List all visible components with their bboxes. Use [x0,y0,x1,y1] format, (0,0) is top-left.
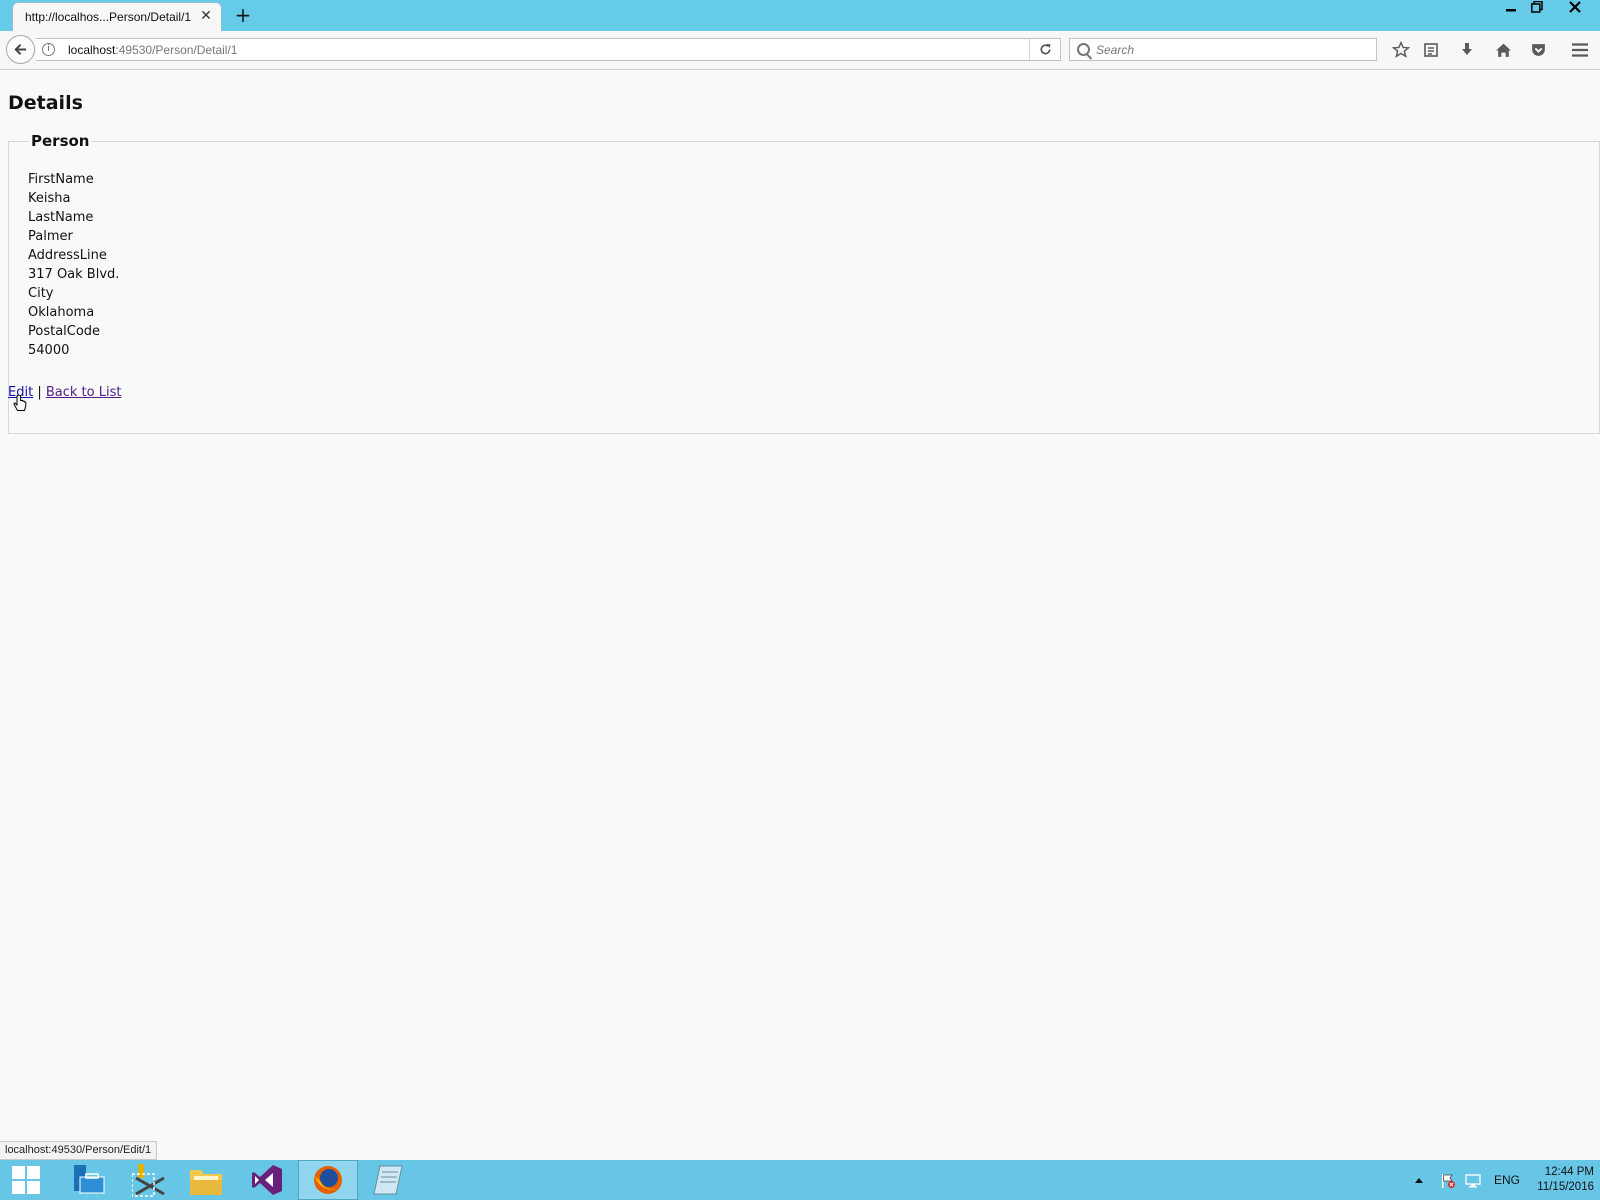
search-placeholder: Search [1096,43,1135,57]
download-icon[interactable] [1456,39,1478,61]
link-separator: | [37,385,42,400]
fieldset-legend: Person [31,132,90,150]
field-value-postalcode: 54000 [28,343,70,358]
person-field-list: FirstName Keisha LastName Palmer Address… [28,170,119,360]
person-fieldset: Person FirstName Keisha LastName Palmer … [8,132,1600,434]
browser-title-bar: http://localhos...Person/Detail/1 ✕ + [0,0,1600,31]
taskbar-server-manager[interactable] [60,1160,120,1200]
search-input[interactable]: Search [1069,38,1377,61]
language-indicator[interactable]: ENG [1494,1160,1520,1200]
url-text[interactable]: localhost:49530/Person/Detail/1 [68,43,237,57]
browser-tab[interactable]: http://localhos...Person/Detail/1 ✕ [12,2,222,31]
notepad-icon [373,1165,403,1195]
field-value-firstname: Keisha [28,191,71,206]
info-icon[interactable]: i [42,43,55,56]
pocket-icon[interactable] [1527,39,1549,61]
reload-icon[interactable] [1029,39,1060,60]
browser-navigation-bar: i localhost:49530/Person/Detail/1 Search [0,31,1600,70]
windows-taskbar: ENG 12:44 PM 11/15/2016 [0,1160,1600,1200]
back-to-list-link[interactable]: Back to List [46,385,122,400]
close-tab-icon[interactable]: ✕ [199,9,213,23]
field-label-lastname: LastName [28,210,94,225]
reading-list-icon[interactable] [1420,39,1442,61]
folder-icon [190,1170,222,1195]
field-value-city: Oklahoma [28,305,95,320]
star-icon[interactable] [1390,39,1412,61]
start-button[interactable] [0,1160,60,1200]
windows-logo-icon [12,1166,40,1194]
taskbar-clock[interactable]: 12:44 PM 11/15/2016 [1524,1165,1594,1195]
tab-title: http://localhos...Person/Detail/1 [25,10,192,24]
back-button[interactable] [6,35,35,64]
tools-icon [132,1164,165,1197]
visual-studio-icon [252,1165,282,1195]
field-value-lastname: Palmer [28,229,73,244]
show-hidden-icons-button[interactable] [1414,1160,1424,1200]
hamburger-menu-icon[interactable] [1569,39,1591,61]
taskbar-notepad[interactable] [358,1160,418,1200]
server-manager-icon [74,1165,105,1194]
new-tab-button[interactable]: + [232,4,254,26]
taskbar-file-explorer[interactable] [176,1160,236,1200]
arrow-left-icon [14,44,27,55]
hand-cursor-icon [13,395,27,411]
close-window-button[interactable] [1558,0,1592,20]
field-label-postalcode: PostalCode [28,324,101,339]
url-host: localhost [68,43,116,57]
taskbar-tools[interactable] [120,1160,180,1200]
network-icon[interactable] [1465,1160,1481,1200]
taskbar-firefox[interactable] [298,1160,358,1200]
clock-date: 11/15/2016 [1537,1181,1594,1193]
search-icon [1077,43,1090,56]
page-content: Details Person FirstName Keisha LastName… [0,70,1600,1154]
clock-time: 12:44 PM [1544,1166,1594,1178]
address-bar[interactable]: i localhost:49530/Person/Detail/1 [36,38,1061,61]
field-label-addressline: AddressLine [28,248,107,263]
action-center-icon[interactable] [1440,1160,1456,1200]
status-bar-url: localhost:49530/Person/Edit/1 [0,1141,158,1160]
firefox-icon [314,1166,342,1194]
url-path: :49530/Person/Detail/1 [115,43,238,57]
home-icon[interactable] [1492,39,1514,61]
field-label-firstname: FirstName [28,172,94,187]
field-value-addressline: 317 Oak Blvd. [28,267,120,282]
field-label-city: City [28,286,54,301]
page-title: Details [8,92,83,114]
taskbar-visual-studio[interactable] [237,1160,297,1200]
restore-window-button[interactable] [1522,0,1552,20]
